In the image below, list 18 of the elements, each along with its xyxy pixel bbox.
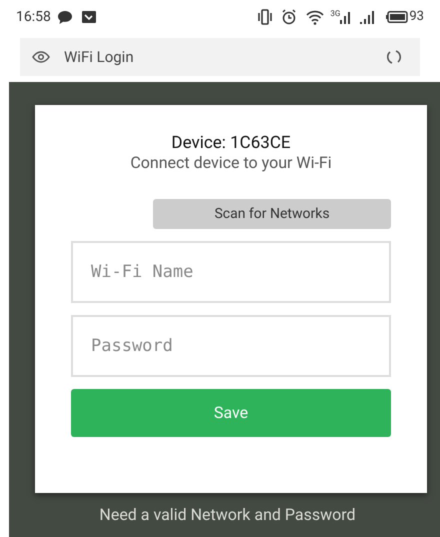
signal-icon [340, 10, 352, 24]
clock-time: 16:58 [16, 8, 51, 26]
page-title: WiFi Login [64, 46, 134, 68]
wifi-icon [306, 10, 324, 24]
input-field[interactable]: Password [71, 315, 391, 377]
eye-icon [32, 51, 50, 63]
card-subtitle: Connect device to your Wi-Fi [130, 153, 332, 173]
footer-message: Need a valid Network and Password [98, 504, 356, 526]
vibrate-icon [258, 9, 272, 25]
battery-percent: 93 [409, 8, 424, 26]
battery-icon [386, 11, 408, 23]
scan-networks-button[interactable]: Scan for Networks [153, 199, 391, 229]
refresh-icon[interactable] [386, 49, 402, 65]
alarm-clock-icon [281, 9, 298, 25]
input-field[interactable]: Wi-Fi Name [71, 241, 391, 303]
network-type-label: 3G [330, 10, 340, 18]
device-id: Device: 1C63CE [171, 133, 291, 153]
chat-bubble-icon [56, 10, 73, 24]
